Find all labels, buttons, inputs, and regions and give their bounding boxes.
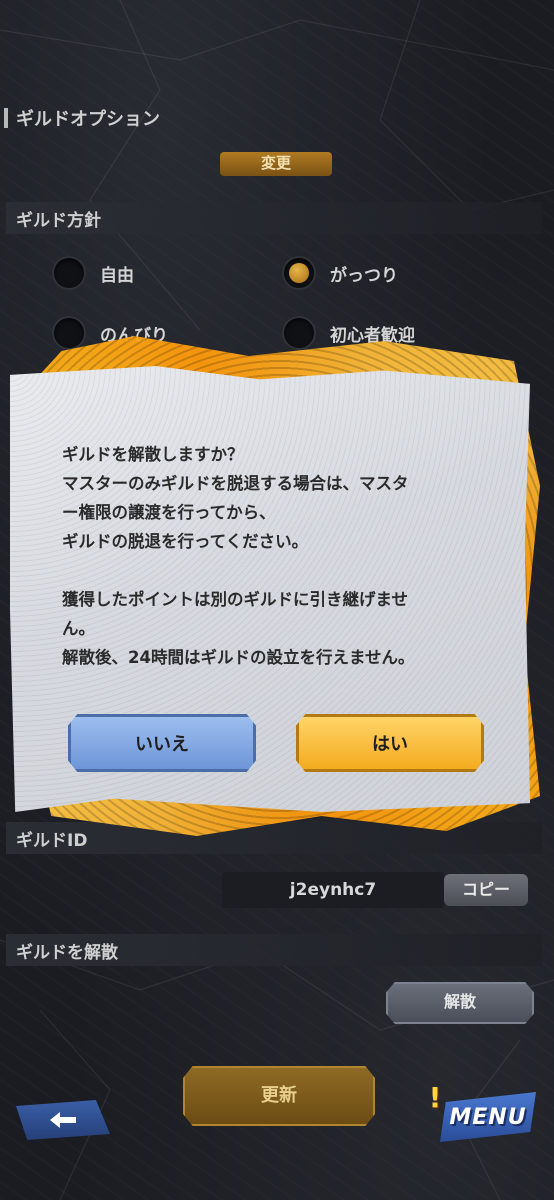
copy-button[interactable]: コピー (444, 874, 528, 906)
policy-option-hardcore[interactable]: がっつり (282, 256, 398, 290)
policy-header-text: ギルド方針 (16, 210, 101, 231)
guild-id-value: j2eynhc7 (222, 872, 444, 908)
menu-label: MENU (449, 1104, 527, 1130)
change-button[interactable]: 変更 (220, 152, 332, 176)
policy-option-label: 自由 (100, 265, 134, 286)
section-header-dissolve: ギルドを解散 (6, 934, 542, 966)
section-header-policy: ギルド方針 (6, 202, 542, 234)
radio-button[interactable] (282, 316, 316, 350)
radio-button-selected[interactable] (282, 256, 316, 290)
update-button[interactable]: 更新 (183, 1066, 375, 1126)
alert-icon: ! (428, 1080, 442, 1114)
dialog-yes-button[interactable]: はい (296, 714, 484, 772)
policy-option-label: 初心者歓迎 (330, 325, 415, 346)
guild-id-header-text: ギルドID (16, 830, 88, 851)
title-marker (4, 108, 8, 128)
menu-button[interactable]: MENU (440, 1092, 536, 1142)
policy-row-1: 自由 がっつり (0, 256, 554, 300)
back-button[interactable] (16, 1100, 110, 1140)
radio-button[interactable] (52, 256, 86, 290)
dialog-message: ギルドを解散しますか？ マスターのみギルドを脱退する場合は、マスタ ー権限の譲渡… (62, 445, 415, 667)
page-title: ギルドオプション (4, 104, 160, 132)
dissolve-header-text: ギルドを解散 (16, 942, 118, 963)
section-header-guild-id: ギルドID (6, 822, 542, 854)
radio-button[interactable] (52, 316, 86, 350)
page-title-text: ギルドオプション (16, 109, 160, 130)
dialog-no-button[interactable]: いいえ (68, 714, 256, 772)
policy-option-free[interactable]: 自由 (52, 256, 134, 290)
arrow-left-icon (50, 1112, 76, 1128)
policy-option-label: がっつり (330, 265, 398, 286)
dissolve-button[interactable]: 解散 (386, 982, 534, 1024)
radio-selected-dot (289, 263, 309, 283)
